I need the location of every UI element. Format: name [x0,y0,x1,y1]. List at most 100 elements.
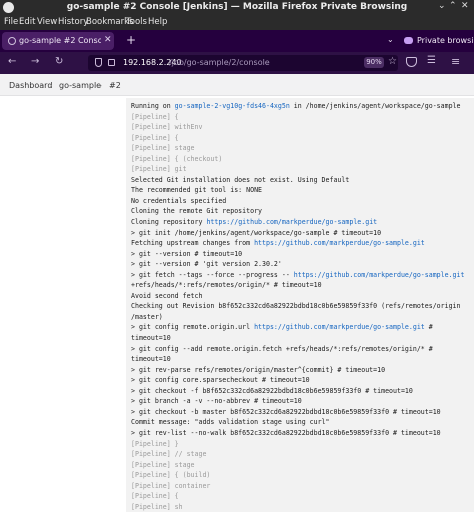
console-text: > git config --add remote.origin.fetch +… [131,344,433,353]
tab-label: go-sample #2 Console [Jenkins] [19,36,101,45]
list-all-tabs-icon[interactable]: ⌄ [387,35,394,44]
console-line: > git rev-parse refs/remotes/origin/mast… [131,365,474,376]
console-text: [Pipeline] withEnv [131,123,203,132]
console-text: > git --version # 'git version 2.30.2' [131,260,282,269]
console-line: [Pipeline] container [131,481,474,492]
console-line: [Pipeline] } [131,439,474,450]
console-text: > git config core.sparsecheckout # timeo… [131,376,310,385]
console-text: [Pipeline] { [131,492,179,501]
console-line: > git rev-list --no-walk b8f652c332cd6a8… [131,428,474,439]
console-line: > git --version # timeout=10 [131,249,474,260]
console-text: /master) [131,312,163,321]
pocket-icon[interactable] [406,57,417,67]
console-line: > git config remote.origin.url https://g… [131,322,474,333]
page-content: Dashboard › go-sample › #2 Running on go… [0,74,474,512]
breadcrumb-dashboard[interactable]: Dashboard [9,81,52,90]
close-window-icon[interactable]: ✕ [461,1,469,11]
breadcrumb-build[interactable]: #2 [109,81,121,90]
navigation-toolbar: ← → ↻ 192.168.2.240 /job/go-sample/2/con… [0,52,474,74]
forward-icon[interactable]: → [31,56,39,67]
menu-history[interactable]: History [58,17,88,27]
console-line: Avoid second fetch [131,291,474,302]
page-info-icon[interactable] [108,59,115,66]
bookmark-star-icon[interactable]: ☆ [388,56,397,67]
menu-view[interactable]: View [37,17,57,27]
console-link[interactable]: go-sample-2-vg10g-fds46-4xg5n [175,102,290,110]
menu-edit[interactable]: Edit [19,17,35,27]
console-line: Running on go-sample-2-vg10g-fds46-4xg5n… [131,101,474,112]
console-text: > git config remote.origin.url [131,323,255,332]
console-link[interactable]: https://github.com/markperdue/go-sample.… [254,323,425,331]
console-text: > git rev-parse refs/remotes/origin/mast… [131,365,386,374]
console-text: [Pipeline] { [131,133,179,142]
console-line: Commit message: "adds validation stage u… [131,417,474,428]
back-icon[interactable]: ← [8,56,16,67]
private-browsing-mask-icon [404,37,413,44]
console-text: [Pipeline] { (build) [131,471,211,480]
menu-help[interactable]: Help [148,17,167,27]
console-text: timeout=10 [131,355,171,364]
console-line: > git branch -a -v --no-abbrev # timeout… [131,396,474,407]
minimize-icon[interactable]: ⌄ [438,1,446,11]
console-text: [Pipeline] stage [131,460,195,469]
console-line: Checking out Revision b8f652c332cd6a8292… [131,301,474,312]
console-output: Running on go-sample-2-vg10g-fds46-4xg5n… [126,98,474,512]
console-line: [Pipeline] withEnv [131,122,474,133]
menu-tools[interactable]: Tools [126,17,147,27]
console-line: [Pipeline] sh [131,502,474,512]
new-tab-button[interactable]: + [126,33,136,47]
menu-file[interactable]: File [4,17,18,27]
tab-bar: go-sample #2 Console [Jenkins] ✕ + ⌄ Pri… [0,30,474,52]
console-line: timeout=10 [131,354,474,365]
console-line: [Pipeline] stage [131,460,474,471]
console-line: Cloning the remote Git repository [131,206,474,217]
console-text: [Pipeline] git [131,165,187,174]
console-text: [Pipeline] // stage [131,450,207,459]
console-line: [Pipeline] { [131,491,474,502]
console-line: > git checkout -b master b8f652c332cd6a8… [131,407,474,418]
console-link[interactable]: https://github.com/markperdue/go-sample.… [294,271,465,279]
console-line: Selected Git installation does not exist… [131,175,474,186]
breadcrumb-job[interactable]: go-sample [59,81,101,90]
console-text: [Pipeline] stage [131,144,195,153]
console-link[interactable]: https://github.com/markperdue/go-sample.… [206,218,377,226]
console-line: timeout=10 [131,333,474,344]
console-line: [Pipeline] { (checkout) [131,154,474,165]
console-line: Cloning repository https://github.com/ma… [131,217,474,228]
console-line: +refs/heads/*:refs/remotes/origin/* # ti… [131,280,474,291]
console-text-after: # [424,323,433,332]
console-link[interactable]: https://github.com/markperdue/go-sample.… [254,239,425,247]
maximize-icon[interactable]: ⌃ [449,1,457,11]
console-line: > git checkout -f b8f652c332cd6a82922bdb… [131,386,474,397]
console-text: Selected Git installation does not exist… [131,175,350,184]
menu-bar: File Edit View History Bookmarks Tools H… [0,16,474,30]
console-line: > git config core.sparsecheckout # timeo… [131,375,474,386]
window-title: go-sample #2 Console [Jenkins] — Mozilla… [66,2,408,12]
console-line: /master) [131,312,474,323]
console-text: The recommended git tool is: NONE [131,186,263,195]
hamburger-menu-icon[interactable]: ≡ [451,55,460,68]
console-line: [Pipeline] stage [131,143,474,154]
zoom-level-badge[interactable]: 90% [364,57,384,68]
console-text: > git --version # timeout=10 [131,249,243,258]
url-path: /job/go-sample/2/console [169,58,270,67]
console-line: > git config --add remote.origin.fetch +… [131,344,474,355]
console-text: [Pipeline] container [131,481,211,490]
tracking-protection-shield-icon[interactable] [95,58,102,67]
console-line: > git init /home/jenkins/agent/workspace… [131,228,474,239]
reload-icon[interactable]: ↻ [55,56,63,67]
console-text: > git branch -a -v --no-abbrev # timeout… [131,397,302,406]
console-text: Cloning repository [131,218,207,227]
console-text: Checking out Revision b8f652c332cd6a8292… [131,302,461,311]
console-text: [Pipeline] } [131,439,179,448]
console-line: No credentials specified [131,196,474,207]
window-title-bar: go-sample #2 Console [Jenkins] — Mozilla… [0,0,474,16]
tab-jenkins-console[interactable]: go-sample #2 Console [Jenkins] ✕ [2,32,114,50]
console-line: [Pipeline] git [131,164,474,175]
console-line: [Pipeline] { (build) [131,470,474,481]
close-tab-icon[interactable]: ✕ [104,35,112,45]
extensions-icon[interactable]: ☰ [427,55,436,66]
console-text: > git fetch --tags --force --progress -- [131,270,294,279]
url-bar[interactable]: 192.168.2.240 /job/go-sample/2/console 9… [88,55,398,71]
console-line: [Pipeline] { [131,133,474,144]
